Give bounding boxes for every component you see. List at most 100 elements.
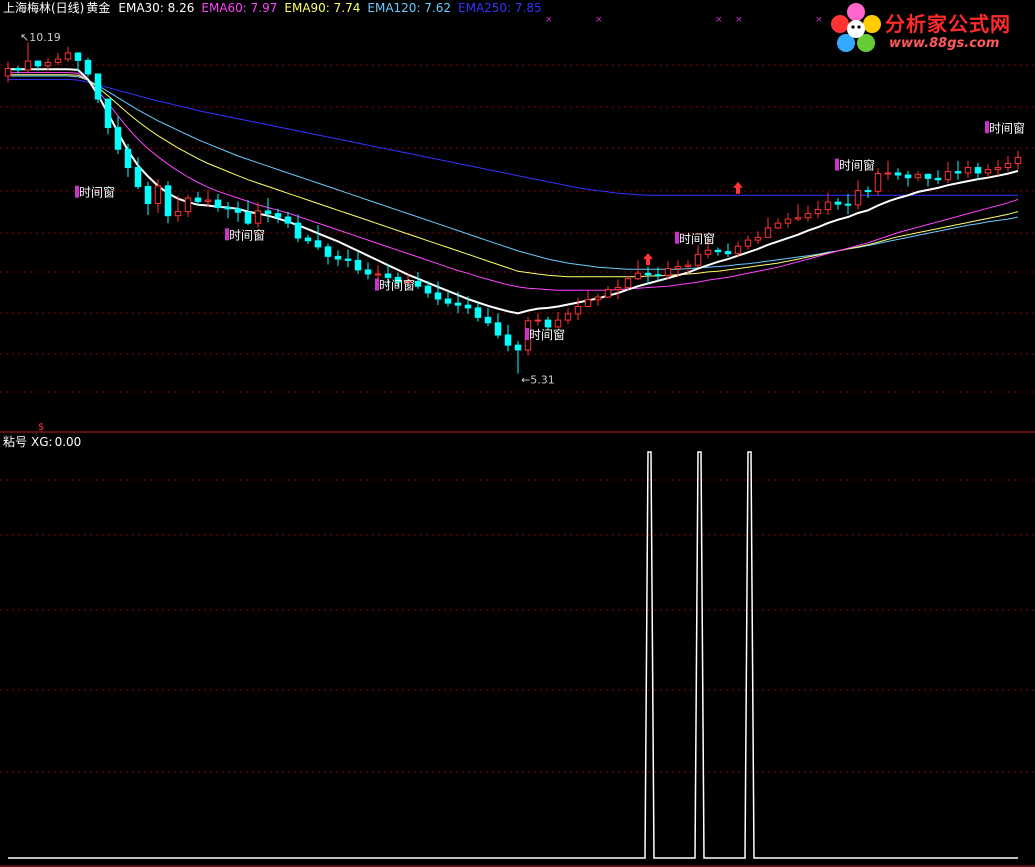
candle-body xyxy=(474,307,482,318)
security-title: 上海梅林(日线) xyxy=(3,1,85,15)
candle-body xyxy=(984,169,992,174)
candle-body xyxy=(1014,156,1022,164)
indicator-name: 黄金 xyxy=(86,1,111,15)
ema-legend-item: EMA120: 7.62 xyxy=(367,1,452,15)
candle-body xyxy=(964,167,972,174)
candle-body xyxy=(804,213,812,219)
candle-body xyxy=(614,287,622,291)
xg-signal-line xyxy=(8,451,1018,859)
ema-line-ema250 xyxy=(8,78,1018,196)
candle-body xyxy=(894,172,902,176)
candle-body xyxy=(534,319,542,322)
candle-body xyxy=(54,58,62,63)
chart-root: ↖10.19 ←5.31 时间窗 时间窗 时间窗 时间窗 时间窗 时间窗 时间窗 × × × × × $ 上… xyxy=(0,0,1035,867)
candle-body xyxy=(344,258,352,261)
candle-body xyxy=(254,210,262,224)
candle-body xyxy=(204,199,212,202)
candle-body xyxy=(154,185,162,204)
candle-body xyxy=(664,268,672,276)
candle-body xyxy=(694,253,702,266)
candle-body xyxy=(224,207,232,210)
candle-body xyxy=(74,52,82,61)
candle-body xyxy=(464,304,472,309)
ema-line-ema90 xyxy=(8,74,1019,278)
xg-value: 0.00 xyxy=(54,435,82,449)
sub-panel-header: 粘号 XG: 0.00 xyxy=(3,435,85,449)
candle-body xyxy=(454,302,462,306)
candle-body xyxy=(64,52,72,60)
signal-label: 时间窗 xyxy=(679,232,715,246)
x-mark-icon: × xyxy=(815,15,823,25)
candle-body xyxy=(194,197,202,202)
candle-body xyxy=(514,344,522,351)
candle-body xyxy=(844,203,852,206)
ema-line-ema60 xyxy=(8,72,1019,291)
candle-body xyxy=(544,319,552,328)
candle-body xyxy=(654,274,662,277)
candle-body xyxy=(414,280,422,287)
candle-body xyxy=(124,148,132,169)
candle-body xyxy=(164,185,172,217)
ema-line-ema120 xyxy=(8,75,1019,270)
candle-body xyxy=(794,217,802,220)
candle-body xyxy=(954,171,962,174)
candle-body xyxy=(824,201,832,211)
candle-body xyxy=(1004,162,1012,169)
sub-panel-title: 粘号 xyxy=(3,435,28,449)
high-price-label: ↖10.19 xyxy=(20,31,61,44)
candle-body xyxy=(434,292,442,300)
candle-body xyxy=(314,240,322,248)
candle-body xyxy=(354,259,362,271)
candle-body xyxy=(774,222,782,229)
candle-body xyxy=(334,255,342,260)
candle-body xyxy=(784,218,792,224)
candle-body xyxy=(814,209,822,215)
candle-body xyxy=(134,167,142,188)
candle-body xyxy=(564,313,572,321)
stock-chart: ↖10.19←5.31时间窗时间窗时间窗时间窗时间窗时间窗时间窗× × × × ×$ xyxy=(0,15,1035,867)
candle-body xyxy=(84,59,92,75)
watermark-url: www.88gs.com xyxy=(889,36,1000,51)
candle-body xyxy=(644,272,652,276)
ema-legend: EMA30: 8.26 EMA60: 7.97 EMA90: 7.74 EMA120:… xyxy=(118,1,548,15)
dollar-marker-icon: $ xyxy=(38,422,44,433)
candle-body xyxy=(754,236,762,241)
candle-body xyxy=(94,73,102,100)
candle-body xyxy=(294,222,302,239)
signal-label: 时间窗 xyxy=(79,186,115,200)
ema-legend-item: EMA250: 7.85 xyxy=(458,1,542,15)
candle-body xyxy=(584,299,592,308)
x-mark-icon: × xyxy=(595,15,603,25)
x-mark-icon: × xyxy=(735,15,743,25)
candle-body xyxy=(234,208,242,213)
candle-body xyxy=(14,68,22,71)
flower-logo-icon xyxy=(831,3,881,52)
ema-legend-item: EMA60: 7.97 xyxy=(201,1,278,15)
watermark-text: 分析家公式网 xyxy=(885,12,1011,36)
candle-body xyxy=(484,316,492,324)
candle-body xyxy=(744,239,752,247)
signal-label: 时间窗 xyxy=(379,279,415,293)
candle-body xyxy=(924,173,932,179)
candle-body xyxy=(554,319,562,328)
candle-body xyxy=(634,272,642,280)
up-arrow-icon xyxy=(643,253,653,266)
candle-body xyxy=(994,167,1002,171)
candle-body xyxy=(864,190,872,193)
candle-body xyxy=(904,174,912,179)
candle-body xyxy=(834,201,842,205)
candle-body xyxy=(264,210,272,215)
candle-body xyxy=(594,296,602,301)
candle-body xyxy=(324,246,332,257)
main-panel-header: 上海梅林(日线) 黄金 EMA30: 8.26 EMA60: 7.97 EMA90: 7… xyxy=(3,1,553,15)
signal-label: 时间窗 xyxy=(229,228,265,242)
candle-body xyxy=(934,177,942,181)
candle-body xyxy=(504,334,512,346)
candle-body xyxy=(884,172,892,175)
xg-label: XG: xyxy=(31,435,53,449)
candle-body xyxy=(104,98,112,129)
candle-body xyxy=(974,167,982,174)
candle-body xyxy=(174,211,182,217)
candle-body xyxy=(364,269,372,275)
candle-body xyxy=(914,173,922,179)
